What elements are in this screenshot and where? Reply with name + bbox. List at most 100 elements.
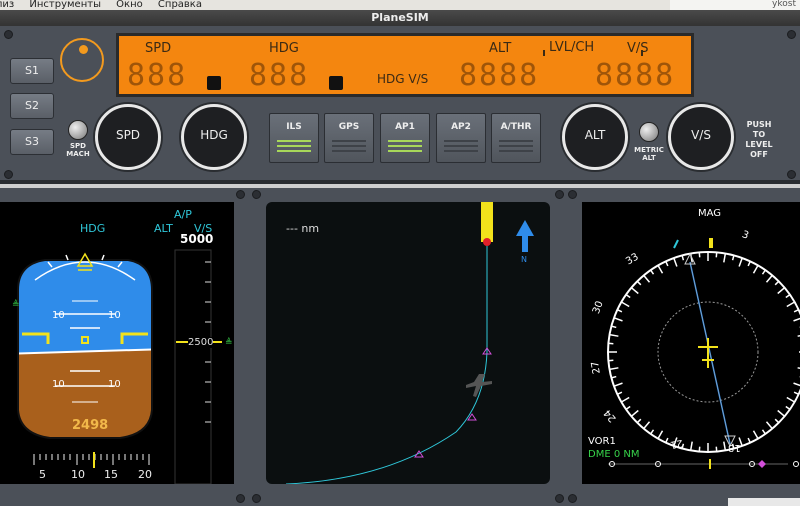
compass-tick [786,396,795,403]
spd-mach-label: SPD MACH [60,142,96,158]
compass-tick [617,391,623,395]
menu-item-help[interactable]: Справка [158,0,202,10]
pfd-mode-hdg: HDG [80,222,106,235]
screw [568,190,577,199]
pfd-altitude-target: 5000 [180,232,214,246]
compass-tick [747,261,751,267]
compass-tick [747,437,751,443]
compass-tick [777,287,786,295]
push-label-line1: PUSH [746,120,772,129]
lcd-vs-label: V/S [627,41,649,56]
heading-scale-label-15: 15 [104,468,118,481]
screw [555,190,564,199]
menu-item-window[interactable]: Окно [116,0,143,10]
compass-tick [613,382,623,387]
compass-tick [650,429,655,435]
hdg-knob[interactable]: HDG [181,104,247,170]
metric-alt-label-line1: METRIC [634,146,664,154]
compass-tick [774,280,780,286]
compass-tick [621,301,630,308]
deviation-dot [793,461,799,467]
screw [252,190,261,199]
compass-tick [630,287,639,295]
alt-knob-label: ALT [584,128,606,142]
compass-tick [617,309,623,313]
compass-tick [657,430,664,439]
nd-panel: --- nm N [250,188,566,506]
ap1-indicator [388,140,422,155]
pitch-label-left: 10 [52,310,65,321]
vor-label: VOR1 [588,436,616,447]
compass-tick [636,418,642,424]
heading-scale-label-5: 5 [39,468,46,481]
spd-mach-label-line1: SPD [70,142,86,150]
push-to-level-off-label: PUSH TO LEVEL OFF [740,120,778,160]
heading-scale-label-10: 10 [71,468,85,481]
nd-distance: --- nm [286,222,320,235]
screw [236,190,245,199]
menu-item-file[interactable]: лиз [0,0,14,10]
compass-label-21: 21 [669,436,684,451]
compass-tick [738,257,743,267]
compass-tick [665,437,669,443]
ap1-button[interactable]: AP1 [380,113,430,163]
runway-threshold [483,238,491,246]
metric-alt-button[interactable] [639,122,659,142]
fcu-lcd-display: SPD HDG ALT LVL/CH V/S 888 888 HDG V/S 8… [116,33,694,97]
spd-mach-label-line2: MACH [66,150,90,158]
pfd-screen: ≜ ≜ A/P HDG ALT V/S 5000 2500 10 10 10 1… [0,202,234,485]
planesim-window: лиз Инструменты Окно Справка ykost Plane… [0,0,800,506]
vs-knob[interactable]: V/S [668,104,734,170]
radio-altitude: 2498 [72,418,109,433]
runway-marker [481,202,493,242]
athr-button-label: A/THR [500,122,532,132]
compass-screen: MAG 3 33 30 27 24 21 18 VOR1 DME 0 NM [582,202,800,484]
spd-knob[interactable]: SPD [95,104,161,170]
screw [568,494,577,503]
gps-button[interactable]: GPS [324,113,374,163]
ap2-button[interactable]: AP2 [436,113,486,163]
compass-tick [621,396,630,403]
vs-knob-label: V/S [691,128,711,142]
compass-tick [785,405,791,410]
compass-label-18: 18 [728,442,741,453]
compass-tick [774,418,780,424]
compass-tick [793,309,799,313]
lcd-alt-digits: 8888 [459,58,540,93]
ils-button[interactable]: ILS [269,113,319,163]
flight-control-unit: S1 S2 S3 SPD HDG ALT LVL/CH V/S 888 888 … [0,26,800,184]
spd-mach-button[interactable] [68,120,88,140]
dme-label: DME 0 NM [588,449,640,460]
compass-tick [657,265,664,274]
lcd-hdg-vs-label: HDG V/S [377,72,429,86]
alt-knob[interactable]: ALT [562,104,628,170]
altitude-tape [174,249,212,485]
flight-path [285,246,488,485]
compass-tick [786,301,795,308]
bank-marker-left: ≜ [12,299,20,310]
compass-tick [625,405,631,410]
brightness-knob[interactable] [60,38,104,82]
pitch-label-right: 10 [108,310,121,321]
screw [236,494,245,503]
hdg-knob-label: HDG [200,128,228,142]
s2-button[interactable]: S2 [10,93,54,119]
deviation-marker [758,460,766,468]
window-title: PlaneSIM [0,10,800,26]
ils-button-label: ILS [286,122,302,132]
pfd-altitude-current: 2500 [188,337,214,348]
athr-button[interactable]: A/THR [491,113,541,163]
push-label-line2: TO [752,130,766,139]
s1-button[interactable]: S1 [10,58,54,84]
push-label-line4: OFF [750,150,768,159]
menu-item-tools[interactable]: Инструменты [29,0,101,10]
north-arrow [516,220,534,252]
compass-tick [793,391,799,395]
s3-button[interactable]: S3 [10,129,54,155]
heading-scale-label-20: 20 [138,468,152,481]
course-line-inner [689,261,731,445]
screw [252,494,261,503]
ap2-indicator [444,140,478,155]
compass-tick [785,294,791,299]
lcd-spd-digits: 888 [127,58,188,93]
